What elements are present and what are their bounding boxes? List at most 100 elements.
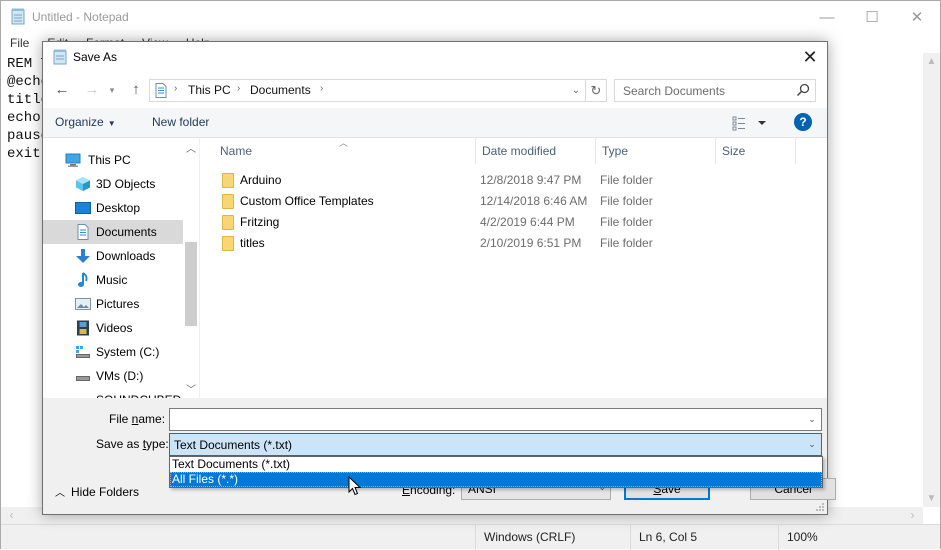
chevron-down-icon: ⌄ <box>571 85 581 96</box>
option-all-files[interactable]: All Files (*.*) <box>170 472 822 487</box>
file-type: File folder <box>600 236 653 250</box>
nav-item-label: Videos <box>96 321 133 335</box>
nav-item-label: Documents <box>96 225 157 239</box>
label-text: Save as <box>96 437 143 451</box>
computer-icon <box>65 152 81 168</box>
scroll-left-icon[interactable]: ‹ <box>3 507 20 524</box>
organize-button[interactable]: Organize ▼ <box>55 115 116 129</box>
nav-item[interactable]: System (C:) <box>43 340 183 364</box>
breadcrumb-documents[interactable]: Documents <box>250 83 311 97</box>
dialog-title: Save As <box>73 50 118 64</box>
notepad-titlebar: Untitled - Notepad — ☐ ✕ <box>1 1 940 33</box>
nav-item[interactable]: Pictures <box>43 292 183 316</box>
scroll-down-icon[interactable]: ﹀ <box>183 381 199 396</box>
address-history-dropdown[interactable]: ⌄ <box>568 80 584 101</box>
resize-grip-icon[interactable] <box>815 502 825 512</box>
up-button[interactable]: ↑ <box>125 79 147 101</box>
nav-item[interactable]: SOUNDCUBED (I <box>43 388 192 398</box>
chevron-down-icon[interactable]: ⌄ <box>805 409 819 430</box>
file-row[interactable]: Custom Office Templates 12/14/2018 6:46 A… <box>218 191 798 212</box>
vertical-scrollbar[interactable]: ▲ ▼ <box>923 53 940 507</box>
file-name-combobox[interactable]: ⌄ <box>169 408 822 431</box>
arrow-up-icon: ↑ <box>132 81 140 98</box>
file-row[interactable]: Fritzing 4/2/2019 6:44 PM File folder <box>218 212 798 233</box>
recent-locations-button[interactable]: ▾ <box>105 79 119 101</box>
new-folder-label: New folder <box>152 115 210 129</box>
film-icon <box>75 320 91 336</box>
back-button[interactable]: ← <box>51 79 73 101</box>
file-name-input[interactable] <box>170 409 800 430</box>
column-header-name[interactable]: Name <box>214 138 476 164</box>
nav-item[interactable]: Downloads <box>43 244 183 268</box>
caret-down-icon: ▼ <box>107 119 116 128</box>
maximize-button[interactable]: ☐ <box>849 1 895 33</box>
dialog-close-button[interactable]: ✕ <box>793 42 827 72</box>
close-window-button[interactable]: ✕ <box>894 1 940 33</box>
chevron-up-icon: ︿ <box>55 488 65 499</box>
close-icon: ✕ <box>802 47 818 67</box>
nav-item-label: SOUNDCUBED (I <box>96 393 192 398</box>
nav-item-label: Desktop <box>96 201 141 215</box>
download-arrow-icon <box>75 248 91 264</box>
breadcrumb-this-pc[interactable]: This PC <box>188 83 231 97</box>
nav-item[interactable]: Documents <box>43 220 183 244</box>
nav-item[interactable]: Music <box>43 268 183 292</box>
column-header-date-modified[interactable]: Date modified <box>476 138 596 164</box>
hide-folders-button[interactable]: ︿ Hide Folders <box>55 484 139 499</box>
change-view-button[interactable] <box>731 114 771 132</box>
file-type: File folder <box>600 194 653 208</box>
chevron-down-icon[interactable]: ⌄ <box>805 434 819 455</box>
navigation-pane-scrollbar[interactable]: ︿ ﹀ <box>183 138 199 398</box>
picture-icon <box>75 296 91 312</box>
nav-item[interactable]: Videos <box>43 316 183 340</box>
search-box[interactable] <box>614 79 816 102</box>
scrollbar-thumb[interactable] <box>185 242 197 326</box>
file-date-modified: 2/10/2019 6:51 PM <box>480 236 582 250</box>
column-header-size[interactable]: Size <box>716 138 796 164</box>
address-bar[interactable]: › This PC › Documents › ⌄ ↻ <box>149 79 607 102</box>
scroll-up-icon[interactable]: ︿ <box>183 140 199 155</box>
breadcrumb-separator-icon[interactable]: › <box>174 83 177 94</box>
search-input[interactable] <box>615 80 790 101</box>
refresh-icon: ↻ <box>590 83 602 98</box>
nav-item[interactable]: VMs (D:) <box>43 364 183 388</box>
navigation-pane: This PC 3D Objects Desktop Documents Downloa… <box>43 138 199 398</box>
breadcrumb-separator-icon[interactable]: › <box>237 83 240 94</box>
minimize-button[interactable]: — <box>804 1 850 33</box>
scroll-down-icon[interactable]: ▼ <box>923 490 940 507</box>
navigation-bar: ← → ▾ ↑ › This PC › Documents › ⌄ ↻ <box>43 72 827 108</box>
file-row[interactable]: Arduino 12/8/2018 9:47 PM File folder <box>218 170 798 191</box>
file-name: titles <box>240 236 265 250</box>
column-header-type[interactable]: Type <box>596 138 716 164</box>
menu-file[interactable]: File <box>1 33 38 53</box>
close-icon: ✕ <box>910 9 924 26</box>
help-button[interactable]: ? <box>794 113 812 131</box>
help-icon: ? <box>799 115 807 129</box>
refresh-button[interactable]: ↻ <box>585 80 606 101</box>
file-date-modified: 12/8/2018 9:47 PM <box>480 173 582 187</box>
save-as-type-dropdown[interactable]: Text Documents (*.txt) ⌄ <box>169 433 822 456</box>
system-drive-icon <box>75 344 91 360</box>
search-icon <box>796 83 810 97</box>
new-folder-button[interactable]: New folder <box>152 115 209 129</box>
zoom-status: 100% <box>778 525 923 550</box>
option-text-documents[interactable]: Text Documents (*.txt) <box>170 457 822 472</box>
nav-item[interactable]: Desktop <box>43 196 183 220</box>
scroll-right-icon[interactable]: › <box>904 507 921 524</box>
save-as-type-options-list: Text Documents (*.txt) All Files (*.*) <box>169 456 823 488</box>
file-row[interactable]: titles 2/10/2019 6:51 PM File folder <box>218 233 798 254</box>
folder-icon <box>222 236 234 251</box>
breadcrumb-separator-icon[interactable]: › <box>320 83 323 94</box>
drive-icon <box>75 368 91 384</box>
line-ending-status: Windows (CRLF) <box>475 525 630 550</box>
nav-item[interactable]: This PC <box>43 148 183 172</box>
file-type: File folder <box>600 215 653 229</box>
folder-icon <box>222 173 234 188</box>
nav-item[interactable]: 3D Objects <box>43 172 183 196</box>
notepad-title: Untitled - Notepad <box>32 10 129 24</box>
file-list: ︿ Name Date modified Type Size Arduino 12… <box>200 138 827 398</box>
scroll-up-icon[interactable]: ▲ <box>923 53 940 70</box>
drive-icon <box>75 392 91 398</box>
file-name: Fritzing <box>240 215 280 229</box>
forward-button[interactable]: → <box>81 79 103 101</box>
